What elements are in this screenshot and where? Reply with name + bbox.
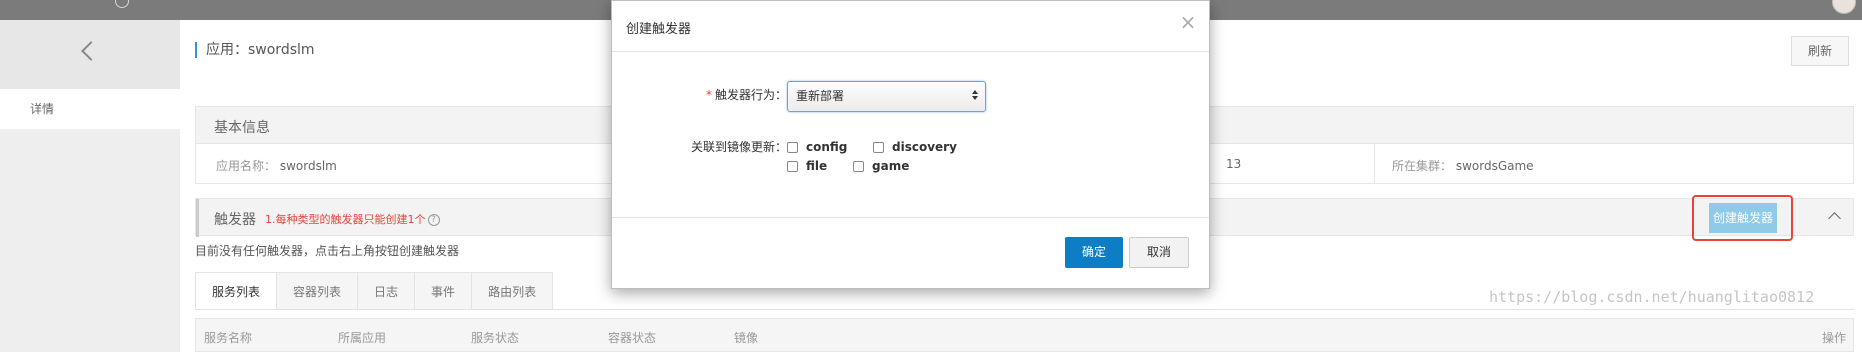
th-app: 所属应用 [338,331,387,345]
checkbox-discovery[interactable]: discovery [873,140,957,154]
help-icon[interactable]: ? [427,214,440,226]
th-service-name: 服务名称 [204,331,253,345]
checkbox-file[interactable]: file [787,159,827,173]
th-ops: 操作 [1822,331,1847,345]
triggers-title: 触发器 [214,212,256,228]
create-trigger-dialog: 创建触发器 × * 触发器行为： 重新部署 关联到镜像更新： config dis… [611,0,1210,289]
tab-events[interactable]: 事件 [414,272,473,310]
create-trigger-button[interactable]: 创建触发器 [1709,203,1777,233]
avatar[interactable] [1832,0,1856,14]
checkbox-label: discovery [892,140,957,154]
page-title: 应用：swordslm [195,42,315,58]
checkbox-box[interactable] [853,160,864,172]
cancel-button[interactable]: 取消 [1129,237,1189,268]
triggers-note-text: 1.每种类型的触发器只能创建1个 [265,213,426,226]
tab-services[interactable]: 服务列表 [195,272,278,310]
table-header-row: 服务名称 所属应用 服务状态 容器状态 镜像 操作 [195,318,1854,352]
checkbox-config[interactable]: config [787,140,847,154]
link-image-label: 关联到镜像更新： [690,140,787,154]
globe-icon[interactable] [115,0,129,8]
triggers-note: 1.每种类型的触发器只能创建1个? [265,211,440,227]
dialog-title: 创建触发器 [626,22,692,37]
left-sidebar: 详情 [0,20,180,352]
action-field-label: * 触发器行为： [672,86,787,103]
divider [612,51,1209,52]
app-name-field: 应用名称： swordslm [216,157,337,174]
close-icon[interactable]: × [1177,11,1199,33]
tab-bar: 服务列表 容器列表 日志 事件 路由列表 [195,272,554,310]
th-service-status: 服务状态 [471,331,520,345]
action-label-text: 触发器行为： [714,88,787,102]
watermark: https://blog.csdn.net/huanglitao0812 [1489,288,1815,306]
tab-logs[interactable]: 日志 [357,272,416,310]
checkbox-box[interactable] [787,160,798,172]
refresh-button[interactable]: 刷新 [1791,36,1849,66]
cluster-label: 所在集群： [1392,159,1453,173]
cluster-field: 所在集群： swordsGame [1392,157,1534,174]
app-name-value: swordslm [279,159,337,173]
select-arrows-icon [972,90,980,100]
tab-routes[interactable]: 路由列表 [471,272,554,310]
action-select-value: 重新部署 [796,89,845,103]
required-mark: * [705,88,712,102]
back-button[interactable] [0,20,180,89]
section-accent [196,199,199,237]
basic-info-title: 基本信息 [214,120,270,136]
checkbox-game[interactable]: game [853,159,909,173]
chevron-left-icon [81,41,101,61]
confirm-button[interactable]: 确定 [1065,237,1123,268]
checkbox-box[interactable] [873,141,884,153]
checkbox-box[interactable] [787,141,798,153]
divider [612,217,1209,218]
th-container-status: 容器状态 [608,331,657,345]
partial-value: 13 [1226,157,1242,171]
checkbox-label: game [872,159,910,173]
cluster-value: swordsGame [1455,159,1534,173]
th-image: 镜像 [734,331,759,345]
action-select[interactable]: 重新部署 [787,81,986,112]
checkbox-label: config [806,140,848,154]
sidebar-item-detail[interactable]: 详情 [0,89,180,129]
app-name-label: 应用名称： [216,159,277,173]
tabs-divider [195,309,1854,310]
tab-containers[interactable]: 容器列表 [276,272,359,310]
divider [1374,144,1375,184]
checkbox-label: file [806,159,828,173]
empty-message: 目前没有任何触发器，点击右上角按钮创建触发器 [195,244,460,258]
